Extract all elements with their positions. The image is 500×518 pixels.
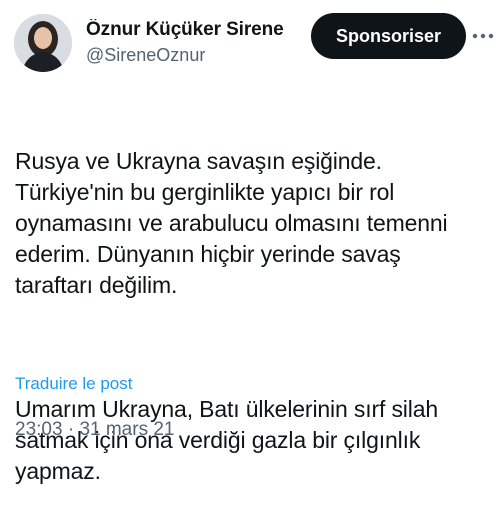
more-horizontal-icon[interactable]	[472, 28, 494, 44]
tweet-paragraph: Rusya ve Ukrayna savaşın eşiğinde. Türki…	[15, 148, 448, 298]
translate-post-link[interactable]: Traduire le post	[15, 374, 132, 394]
user-handle[interactable]: @SireneOznur	[86, 45, 296, 66]
avatar[interactable]	[14, 14, 72, 72]
tweet-time[interactable]: 23:03	[15, 419, 63, 440]
tweet-date[interactable]: 31 mars 21	[79, 419, 174, 440]
tweet-header: Öznur Küçüker Sirene @SireneOznur Sponso…	[14, 12, 494, 72]
tweet-meta: 23:03 · 31 mars 21	[15, 419, 174, 441]
author-names: Öznur Küçüker Sirene @SireneOznur	[86, 19, 296, 66]
sponsor-button[interactable]: Sponsoriser	[311, 13, 466, 59]
display-name[interactable]: Öznur Küçüker Sirene	[86, 19, 296, 41]
avatar-image	[14, 14, 72, 72]
meta-separator: ·	[67, 419, 75, 440]
